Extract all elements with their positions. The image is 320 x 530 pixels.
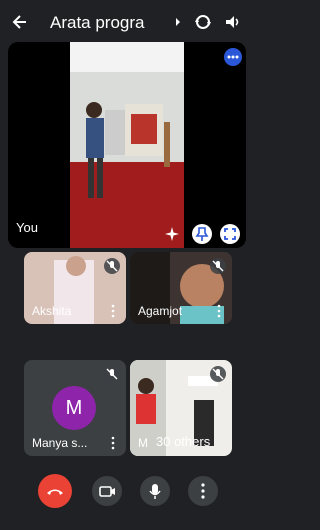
toggle-camera-button[interactable] [92,476,122,506]
mic-off-indicator [210,258,226,274]
more-options-button[interactable] [188,476,218,506]
speaker-icon[interactable] [224,13,242,31]
participant-name: Akshita [32,304,72,318]
participant-name: Agamjot [138,304,183,318]
mic-off-icon [106,260,118,272]
participant-name: Manya s... [32,436,88,450]
pin-button[interactable] [192,224,212,244]
caret-right-icon[interactable] [174,16,182,28]
mic-off-icon [212,368,224,380]
toggle-mic-button[interactable] [140,476,170,506]
participant-tile[interactable]: Agamjot [130,252,232,324]
call-controls-bar [0,460,254,530]
camera-icon [99,486,115,497]
more-vert-icon[interactable] [110,304,116,318]
others-count: 30 others [156,434,211,449]
more-vert-icon[interactable] [216,304,222,318]
fullscreen-icon [224,228,236,240]
top-bar: Arata progra [0,0,254,44]
hang-up-button[interactable] [38,474,72,508]
pin-icon [195,227,209,241]
effects-button[interactable] [162,224,182,244]
meeting-title[interactable]: Arata progra [50,11,172,35]
self-video-tile[interactable]: You [8,42,246,248]
fullscreen-button[interactable] [220,224,240,244]
more-vert-icon [201,483,205,499]
mic-off-indicator [104,366,120,382]
participant-tile[interactable]: M Manya s... [24,360,126,456]
more-vert-icon[interactable] [110,436,116,450]
participant-name: M [138,436,148,450]
mic-off-icon [212,260,224,272]
more-horiz-icon [227,55,239,59]
switch-camera-icon[interactable] [194,13,212,31]
mic-off-indicator [210,366,226,382]
mic-icon [149,484,161,499]
back-arrow-icon[interactable] [10,12,30,32]
avatar: M [52,386,96,430]
self-video-feed [70,42,184,248]
mic-off-indicator [104,258,120,274]
sparkle-icon [165,227,179,241]
tile-options-button[interactable] [224,48,242,66]
self-tile-label: You [16,220,38,235]
others-tile[interactable]: M 30 others [130,360,232,456]
mic-off-icon [106,368,118,380]
phone-hangup-icon [47,489,63,495]
participant-tile[interactable]: Akshita [24,252,126,324]
